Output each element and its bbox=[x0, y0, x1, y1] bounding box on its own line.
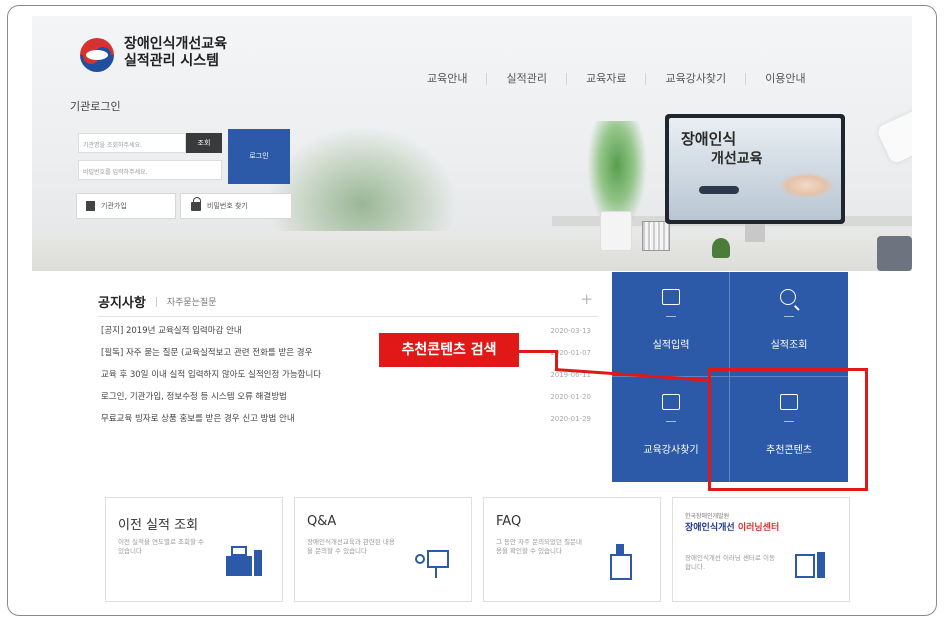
card-elearning-center[interactable]: 한국장애인개발원 장애인식개선 이러닝센터 장애인식개선 이러닝 센터로 이동합… bbox=[672, 497, 850, 602]
monitor-text-2: 개선교육 bbox=[711, 151, 763, 167]
magnifier-icon bbox=[780, 289, 796, 305]
list-item[interactable]: [공지] 2019년 교육실적 입력마감 안내 2020-03-13 bbox=[101, 324, 601, 346]
card-faq[interactable]: FAQ 그 동안 자주 문의되었던 질문내용을 확인할 수 있습니다 bbox=[483, 497, 661, 602]
building-icon bbox=[86, 201, 95, 211]
main-nav: 교육안내 실적관리 교육자료 교육강사찾기 이용안내 bbox=[408, 73, 825, 85]
screenshot-frame: 장애인식 개선교육 장애인식개선교육 실적관리 시스템 교육안내 실적관리 교육… bbox=[7, 5, 937, 616]
list-item[interactable]: 교육 후 30일 이내 실적 입력하지 않아도 실적인정 가능합니다 2019-0… bbox=[101, 368, 601, 390]
nav-performance[interactable]: 실적관리 bbox=[486, 73, 565, 85]
elearning-logo: 장애인식개선 이러닝센터 bbox=[685, 523, 780, 533]
site-title[interactable]: 장애인식개선교육 실적관리 시스템 bbox=[124, 36, 227, 70]
monitor-image: 장애인식 개선교육 bbox=[665, 114, 845, 224]
nav-edu-info[interactable]: 교육안내 bbox=[408, 73, 486, 85]
presenter-icon bbox=[413, 542, 453, 582]
callout-label: 추천콘텐츠 검색 bbox=[379, 333, 519, 367]
quick-view-performance[interactable]: 실적조회 bbox=[730, 272, 848, 377]
book-icon bbox=[791, 542, 831, 582]
card-past-performance[interactable]: 이전 실적 조회 이전 실적을 연도별로 조회할 수 있습니다 bbox=[105, 497, 283, 602]
password-input[interactable]: 비밀번호를 입력하주세요. bbox=[78, 160, 222, 180]
tab-notice[interactable]: 공지사항 bbox=[98, 292, 146, 311]
document-icon bbox=[602, 542, 642, 582]
more-plus-icon[interactable]: + bbox=[580, 290, 593, 308]
highlight-box bbox=[708, 368, 868, 491]
lock-icon bbox=[191, 197, 201, 211]
nav-guide[interactable]: 이용안내 bbox=[745, 73, 824, 85]
profile-icon bbox=[662, 394, 680, 410]
government-logo-icon[interactable] bbox=[80, 38, 114, 72]
list-item[interactable]: 무료교육 빙자로 상품 홍보를 받은 경우 신고 방법 안내 2020-01-29 bbox=[101, 412, 601, 434]
notice-list: [공지] 2019년 교육실적 입력마감 안내 2020-03-13 [필독] 자… bbox=[101, 324, 601, 434]
monitor-icon bbox=[662, 289, 680, 305]
login-button[interactable]: 로그인 bbox=[228, 129, 290, 184]
nav-find-instructor[interactable]: 교육강사찾기 bbox=[645, 73, 745, 85]
join-button[interactable]: 기관가입 bbox=[76, 193, 176, 219]
lamp-image bbox=[875, 107, 912, 165]
card-qna[interactable]: Q&A 장애인식개선교육과 관련된 내용을 문의할 수 있습니다 bbox=[294, 497, 472, 602]
find-password-button[interactable]: 비밀번호 찾기 bbox=[180, 193, 292, 219]
quick-input-performance[interactable]: 실적입력 bbox=[612, 272, 730, 377]
pencil-cup-image bbox=[642, 221, 670, 251]
lookup-button[interactable]: 조회 bbox=[186, 133, 222, 153]
login-heading: 기관로그인 bbox=[70, 100, 121, 113]
org-name-input[interactable]: 기관명을 조회하주세요. bbox=[78, 133, 186, 153]
tab-faq[interactable]: 자주묻는질문 bbox=[167, 295, 217, 308]
login-panel: 기관명을 조회하주세요. 조회 비밀번호를 입력하주세요. 로그인 기관가입 비… bbox=[68, 123, 318, 223]
printer-icon bbox=[224, 542, 264, 582]
monitor-text-1: 장애인식 bbox=[681, 130, 737, 148]
notice-board: 공지사항 자주묻는질문 + [공지] 2019년 교육실적 입력마감 안내 202… bbox=[93, 286, 603, 446]
nav-materials[interactable]: 교육자료 bbox=[565, 73, 645, 85]
callout-connector bbox=[519, 350, 557, 353]
list-item[interactable]: 로그인, 기관가입, 정보수정 등 시스템 오류 해결방법 2020-01-20 bbox=[101, 390, 601, 412]
